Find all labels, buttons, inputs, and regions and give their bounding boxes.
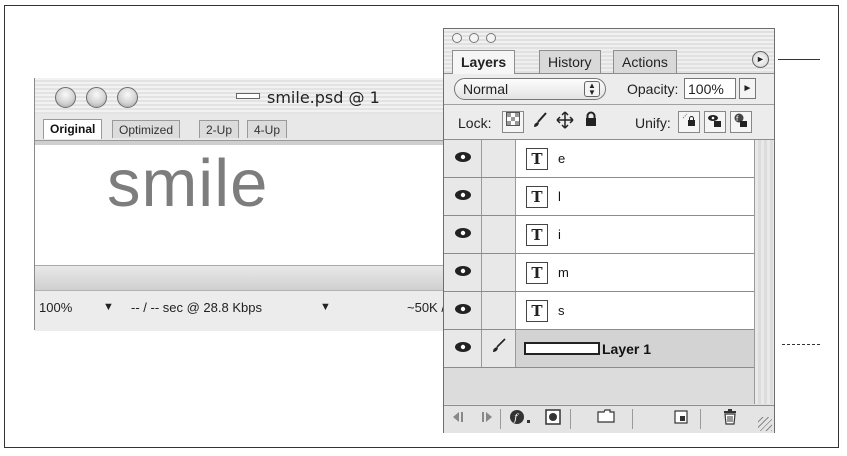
callout-line: [782, 344, 820, 345]
palette-close-button[interactable]: [452, 33, 462, 43]
lock-unify-row: Lock: Unify: f: [444, 105, 774, 140]
opacity-slider-arrow-icon[interactable]: ►: [739, 78, 756, 99]
opacity-label: Opacity:: [627, 81, 679, 97]
eye-icon[interactable]: [444, 140, 482, 177]
document-window: smile.psd @ 1 Original Optimized 2-Up 4-…: [34, 78, 455, 331]
brush-icon[interactable]: [482, 330, 516, 367]
speed-dropdown-icon[interactable]: ▼: [320, 301, 331, 313]
link-cell[interactable]: [482, 140, 516, 177]
palette-footer: f: [444, 405, 774, 433]
blend-mode-stepper-icon[interactable]: ▲ ▼: [584, 81, 600, 97]
tab-2-up[interactable]: 2-Up: [199, 120, 240, 138]
palette-menu-icon[interactable]: ►: [752, 51, 769, 68]
layer-row-e[interactable]: T e: [444, 140, 754, 178]
link-cell[interactable]: [482, 254, 516, 291]
resize-grip-icon[interactable]: [758, 417, 772, 431]
document-title: smile.psd @ 1: [236, 88, 380, 107]
text-layer-icon: T: [526, 224, 548, 246]
text-layer-icon: T: [526, 262, 548, 284]
download-speed: -- / -- sec @ 28.8 Kbps: [131, 300, 262, 315]
eye-icon[interactable]: [444, 178, 482, 215]
new-layer-icon[interactable]: [670, 409, 692, 429]
eye-icon[interactable]: [444, 216, 482, 253]
layer-row-s[interactable]: T s: [444, 292, 754, 330]
layers-palette: Layers History Actions ► Normal ▲ ▼ Opaci…: [443, 28, 775, 433]
tab-original[interactable]: Original: [43, 119, 103, 139]
unify-style-icon[interactable]: f: [730, 111, 752, 133]
new-folder-icon[interactable]: [594, 409, 618, 429]
eye-icon[interactable]: [444, 292, 482, 329]
lock-move-icon[interactable]: [554, 111, 576, 133]
trash-icon[interactable]: [720, 409, 740, 429]
unify-label: Unify:: [635, 115, 671, 131]
text-layer-icon: T: [526, 300, 548, 322]
zoom-button[interactable]: [117, 87, 138, 108]
tab-history[interactable]: History: [539, 50, 601, 73]
text-layer-icon: T: [526, 148, 548, 170]
lock-transparency-icon[interactable]: [502, 111, 524, 133]
footer-divider: [500, 409, 501, 429]
document-canvas[interactable]: smile: [35, 141, 455, 265]
link-cell[interactable]: [482, 292, 516, 329]
layer-name: s: [558, 303, 565, 318]
eye-icon[interactable]: [444, 254, 482, 291]
footer-divider: [700, 409, 701, 429]
lock-label: Lock:: [458, 115, 492, 131]
document-titlebar[interactable]: smile.psd @ 1: [35, 78, 455, 114]
lock-brush-icon[interactable]: [529, 111, 551, 133]
next-icon[interactable]: [474, 409, 496, 429]
layer-row-m[interactable]: T m: [444, 254, 754, 292]
layer-name: l: [558, 189, 561, 204]
layers-scrollbar[interactable]: [754, 140, 774, 404]
close-button[interactable]: [55, 87, 76, 108]
text-layer-icon: T: [526, 186, 548, 208]
unify-visibility-icon[interactable]: [704, 111, 726, 133]
layers-list: T e T l T i T m T s Layer 1: [444, 140, 774, 404]
previous-icon[interactable]: [450, 409, 472, 429]
status-bar: 100% ▼ -- / -- sec @ 28.8 Kbps ▼ ~50K /: [35, 290, 455, 331]
layer-thumbnail: [524, 342, 600, 355]
palette-tabs: Layers History Actions ►: [444, 45, 774, 74]
blend-mode-value: Normal: [463, 81, 509, 97]
lock-all-icon[interactable]: [580, 111, 602, 133]
blend-opacity-row: Normal ▲ ▼ Opacity: 100% ►: [444, 74, 774, 105]
link-cell[interactable]: [482, 178, 516, 215]
document-title-text: smile.psd @ 1: [267, 88, 380, 107]
view-tabs: Original Optimized 2-Up 4-Up: [35, 114, 455, 141]
palette-minimize-button[interactable]: [469, 33, 479, 43]
footer-divider: [632, 409, 633, 429]
callout-line: [778, 59, 820, 60]
eye-icon[interactable]: [444, 330, 482, 367]
tab-optimized[interactable]: Optimized: [112, 120, 181, 138]
blend-mode-select[interactable]: Normal ▲ ▼: [454, 78, 606, 100]
tab-actions[interactable]: Actions: [613, 50, 677, 73]
unify-position-icon[interactable]: [678, 111, 700, 133]
minimize-button[interactable]: [86, 87, 107, 108]
file-size: ~50K /: [407, 300, 445, 315]
layer-row-layer-1[interactable]: Layer 1: [444, 330, 754, 368]
zoom-dropdown-icon[interactable]: ▼: [103, 301, 114, 313]
layer-name: m: [558, 265, 569, 280]
layer-name: Layer 1: [602, 341, 652, 357]
layer-name: e: [558, 151, 566, 166]
tab-4-up[interactable]: 4-Up: [247, 120, 288, 138]
link-cell[interactable]: [482, 216, 516, 253]
layer-name: i: [558, 227, 561, 242]
tab-layers[interactable]: Layers: [452, 50, 516, 74]
document-proxy-icon[interactable]: [236, 93, 260, 99]
palette-titlebar[interactable]: [444, 29, 774, 45]
canvas-text: smile: [107, 146, 269, 221]
layer-row-l[interactable]: T l: [444, 178, 754, 216]
footer-divider: [570, 409, 571, 429]
zoom-level[interactable]: 100%: [39, 300, 72, 315]
layer-row-i[interactable]: T i: [444, 216, 754, 254]
horizontal-scrollbar[interactable]: [35, 265, 455, 290]
add-mask-icon[interactable]: [542, 409, 564, 429]
palette-zoom-button[interactable]: [486, 33, 496, 43]
opacity-field[interactable]: 100%: [684, 78, 736, 99]
layer-style-icon[interactable]: f: [506, 409, 538, 429]
